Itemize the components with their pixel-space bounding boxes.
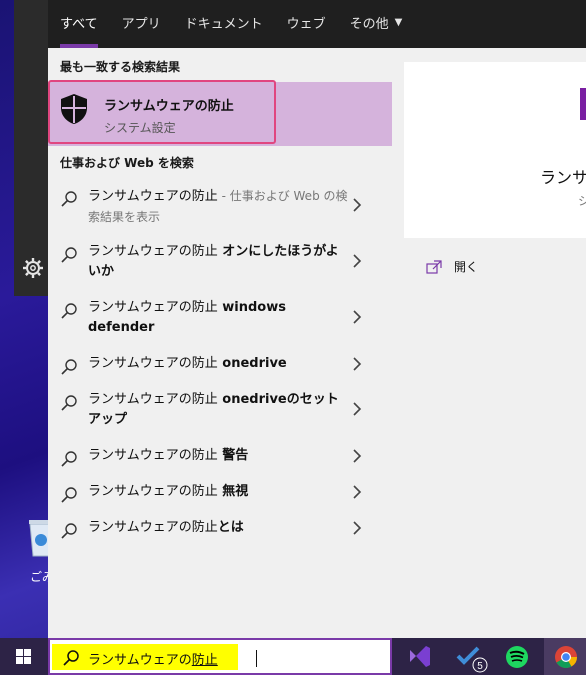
query-text: ランサムウェアの防止 [88,356,218,371]
chevron-right-icon [353,310,362,324]
web-result-item[interactable]: ランサムウェアの防止 windows defender [48,298,392,338]
windows-start-icon[interactable] [0,638,48,675]
preview-panel: 開く [404,48,586,638]
web-result-text: ランサムウェアの防止 onedriveのセットアップ [88,390,350,430]
suggestion-suffix: 無視 [217,484,249,499]
taskbar-search-box[interactable]: ランサムウェアの防止 [48,638,392,675]
web-result-text: ランサムウェアの防止 onedrive [88,354,350,374]
chevron-right-icon [353,485,362,499]
chevron-right-icon [353,254,362,268]
web-result-item[interactable]: ランサムウェアの防止 - 仕事および Web の検索結果を表示 [48,186,392,226]
query-text: ランサムウェアの防止 [88,520,218,535]
chevron-down-icon: ▼ [394,16,403,28]
query-text: ランサムウェアの防止 [88,300,218,315]
suggestion-suffix: とは [217,520,244,535]
preview-title: ランサム [540,168,586,187]
preview-card [404,62,586,238]
text-cursor [256,650,257,667]
search-results-panel: 最も一致する検索結果 ランサムウェアの防止 システム設定 仕事および Web を… [48,48,404,638]
query-text: ランサムウェアの防止 [88,484,218,499]
web-result-text: ランサムウェアの防止 - 仕事および Web の検索結果を表示 [88,186,350,228]
tab-documents[interactable]: ドキュメント [173,0,275,48]
web-result-text: ランサムウェアの防止 警告 [88,446,350,466]
search-icon [63,650,79,666]
tab-all[interactable]: すべて [48,0,110,48]
query-text: ランサムウェアの防止 [88,448,218,463]
web-result-item[interactable]: ランサムウェアの防止とは [48,518,392,540]
tab-label: アプリ [121,16,161,32]
app-logo [580,88,586,120]
best-match-heading: 最も一致する検索結果 [60,60,181,74]
search-icon [61,523,77,539]
tab-label: その他 [349,16,389,32]
settings-gear-icon[interactable] [22,257,44,279]
query-text: ランサムウェアの防止 [88,189,218,204]
search-input[interactable]: ランサムウェアの防止 [88,649,218,668]
spotify-icon[interactable] [494,638,542,675]
search-text-composing: 防止 [191,653,218,668]
open-label: 開く [454,260,479,274]
search-icon [61,303,77,319]
web-result-item[interactable]: ランサムウェアの防止 onedriveのセットアップ [48,390,392,430]
search-icon [61,487,77,503]
search-text-plain: ランサムウェアの [88,653,192,668]
web-result-text: ランサムウェアの防止 オンにしたほうがよいか [88,242,350,282]
web-result-text: ランサムウェアの防止 windows defender [88,298,350,338]
chevron-right-icon [353,521,362,535]
open-action[interactable]: 開く [426,258,478,275]
start-rail [14,0,48,296]
query-text: ランサムウェアの防止 [88,392,218,407]
suggestion-suffix: 警告 [217,448,249,463]
best-match-subtitle: システム設定 [104,121,176,135]
search-icon [61,191,77,207]
best-match-title: ランサムウェアの防止 [104,99,234,114]
search-icon [61,395,77,411]
tab-more[interactable]: その他 ▼ [338,0,415,48]
chevron-right-icon [353,449,362,463]
tab-label: すべて [60,16,98,32]
web-result-item[interactable]: ランサムウェアの防止 警告 [48,446,392,468]
chevron-right-icon [353,198,362,212]
web-result-item[interactable]: ランサムウェアの防止 無視 [48,482,392,504]
suggestion-suffix: onedrive [217,356,287,371]
best-match-item[interactable]: ランサムウェアの防止 システム設定 [48,82,392,146]
chrome-icon[interactable] [544,638,586,675]
visual-studio-icon[interactable] [396,638,444,675]
taskbar: ランサムウェアの防止 5 [0,638,586,675]
search-filter-tabs: すべて アプリ ドキュメント ウェブ その他 ▼ [48,0,586,48]
tab-apps[interactable]: アプリ [110,0,173,48]
shield-icon [61,94,87,124]
preview-subtitle: シ [578,194,586,208]
chevron-right-icon [353,357,362,371]
chevron-right-icon [353,402,362,416]
web-result-item[interactable]: ランサムウェアの防止 オンにしたほうがよいか [48,242,392,282]
search-icon [61,359,77,375]
search-icon [61,247,77,263]
web-result-text: ランサムウェアの防止とは [88,518,350,538]
web-section-heading: 仕事および Web を検索 [60,156,194,170]
tab-label: ドキュメント [184,16,263,32]
open-external-icon [426,259,442,274]
search-icon [61,451,77,467]
web-result-text: ランサムウェアの防止 無視 [88,482,350,502]
todo-badge: 5 [477,661,483,672]
tab-label: ウェブ [286,16,326,32]
web-result-item[interactable]: ランサムウェアの防止 onedrive [48,354,392,376]
query-text: ランサムウェアの防止 [88,244,218,259]
todo-checkmark-icon[interactable]: 5 [446,638,494,675]
tab-web[interactable]: ウェブ [275,0,338,48]
